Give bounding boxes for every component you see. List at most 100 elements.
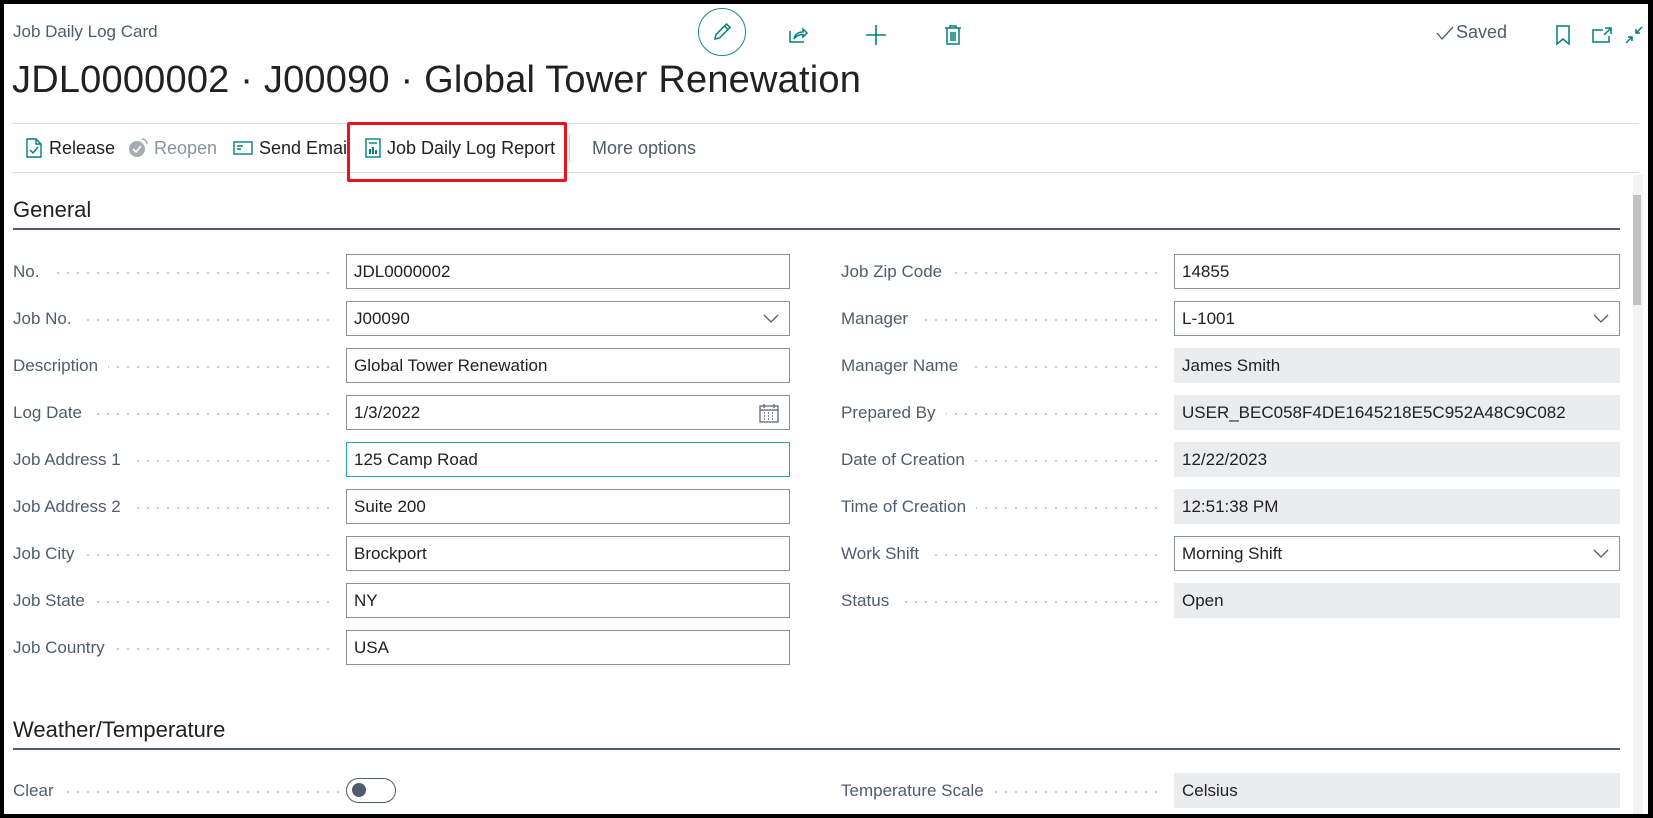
section-title-general: General <box>13 197 92 222</box>
field-value: Celsius <box>1182 780 1238 800</box>
save-status-text: Saved <box>1456 22 1508 42</box>
field-label-no: No. <box>13 255 334 289</box>
reopen-icon <box>129 138 148 157</box>
job-city-field[interactable]: Brockport <box>346 536 790 571</box>
field-value: 14855 <box>1182 261 1230 281</box>
field-label-log-date: Log Date <box>13 396 334 430</box>
field-value: L-1001 <box>1182 308 1235 328</box>
action-bar: Release Reopen Send Email Job Daily Log … <box>12 123 1639 173</box>
new-button[interactable] <box>855 14 897 56</box>
field-label-clear: Clear <box>13 774 343 808</box>
field-value: Brockport <box>354 543 427 563</box>
chevron-down-icon[interactable] <box>1593 314 1609 324</box>
no-field[interactable]: JDL0000002 <box>346 254 790 289</box>
page-title: JDL0000002 · J00090 · Global Tower Renew… <box>12 59 862 101</box>
field-value: Morning Shift <box>1182 543 1283 563</box>
bookmark-icon <box>1556 25 1570 46</box>
date-of-creation-field: 12/22/2023 <box>1174 442 1620 477</box>
edit-button[interactable] <box>698 8 746 56</box>
temperature-scale-field: Celsius <box>1174 773 1620 808</box>
section-title-weather: Weather/Temperature <box>13 717 226 742</box>
field-value: USA <box>354 637 389 657</box>
manager-field[interactable]: L-1001 <box>1174 301 1620 336</box>
job-address-1-field[interactable]: 125 Camp Road <box>346 442 790 477</box>
email-icon <box>233 141 253 155</box>
field-label-job-state: Job State <box>13 584 334 618</box>
field-label-job-address-1: Job Address 1 <box>13 443 334 477</box>
dropdown-button[interactable] <box>763 314 779 324</box>
collapse-button[interactable] <box>1620 14 1648 56</box>
share-button[interactable] <box>777 14 819 56</box>
chevron-down-icon[interactable] <box>1593 549 1609 559</box>
field-value: USER_BEC058F4DE1645218E5C952A48C9C082 <box>1182 402 1566 422</box>
field-label-job-city: Job City <box>13 537 334 571</box>
section-divider <box>13 748 1620 750</box>
status-field: Open <box>1174 583 1620 618</box>
field-label-manager-name: Manager Name <box>841 349 1162 383</box>
job-zip-code-field[interactable]: 14855 <box>1174 254 1620 289</box>
calendar-icon[interactable] <box>759 403 779 423</box>
open-new-window-button[interactable] <box>1581 14 1623 56</box>
clear-toggle[interactable] <box>346 778 396 803</box>
plus-icon <box>866 25 886 45</box>
description-field[interactable]: Global Tower Renewation <box>346 348 790 383</box>
open-in-new-window-icon <box>1592 27 1612 43</box>
toggle-knob <box>352 783 366 797</box>
field-label-job-no: Job No. <box>13 302 334 336</box>
field-value: James Smith <box>1182 355 1281 375</box>
release-label: Release <box>49 137 116 158</box>
trash-icon <box>945 25 961 45</box>
field-label-time-of-creation: Time of Creation <box>841 490 1162 524</box>
send-email-action[interactable]: Send Email <box>233 124 351 172</box>
field-value: 1/3/2022 <box>354 402 421 422</box>
field-label-work-shift: Work Shift <box>841 537 1162 571</box>
send-email-label: Send Email <box>259 137 352 158</box>
field-value: NY <box>354 590 378 610</box>
field-value: J00090 <box>354 308 410 328</box>
leader-dots <box>13 272 334 274</box>
release-document-icon <box>26 138 42 158</box>
checkmark-icon <box>1436 26 1454 40</box>
field-value: 125 Camp Road <box>354 449 478 469</box>
field-label-status: Status <box>841 584 1162 618</box>
field-value: Global Tower Renewation <box>354 355 548 375</box>
chevron-down-icon[interactable] <box>763 314 779 324</box>
field-label-prepared-by: Prepared By <box>841 396 1162 430</box>
field-value: JDL0000002 <box>354 261 451 281</box>
date-picker-button[interactable] <box>759 403 779 423</box>
section-divider <box>13 228 1620 230</box>
field-label-date-of-creation: Date of Creation <box>841 443 1162 477</box>
time-of-creation-field: 12:51:38 PM <box>1174 489 1620 524</box>
bookmark-button[interactable] <box>1542 14 1584 56</box>
reopen-action[interactable]: Reopen <box>128 124 217 172</box>
highlight-box <box>347 122 567 182</box>
action-separator <box>569 134 570 162</box>
collapse-icon <box>1625 26 1643 44</box>
field-value: Open <box>1182 590 1224 610</box>
field-label-manager: Manager <box>841 302 1162 336</box>
prepared-by-field: USER_BEC058F4DE1645218E5C952A48C9C082 <box>1174 395 1620 430</box>
field-value: Suite 200 <box>354 496 426 516</box>
reopen-label: Reopen <box>154 137 218 158</box>
page-caption: Job Daily Log Card <box>13 22 158 41</box>
dropdown-button[interactable] <box>1593 314 1609 324</box>
dropdown-button[interactable] <box>1593 549 1609 559</box>
scrollbar-thumb[interactable] <box>1633 195 1641 305</box>
job-state-field[interactable]: NY <box>346 583 790 618</box>
delete-button[interactable] <box>932 14 974 56</box>
job-no-field[interactable]: J00090 <box>346 301 790 336</box>
job-country-field[interactable]: USA <box>346 630 790 665</box>
field-value: 12:51:38 PM <box>1182 496 1279 516</box>
log-date-field[interactable]: 1/3/2022 <box>346 395 790 430</box>
share-icon <box>789 27 809 43</box>
manager-name-field: James Smith <box>1174 348 1620 383</box>
field-label-job-country: Job Country <box>13 631 334 665</box>
release-action[interactable]: Release <box>25 124 115 172</box>
more-options-action[interactable]: More options <box>592 124 696 172</box>
save-status: Saved <box>1436 22 1507 43</box>
pencil-icon <box>714 22 732 40</box>
more-options-label: More options <box>592 137 697 158</box>
work-shift-field[interactable]: Morning Shift <box>1174 536 1620 571</box>
field-label-temperature-scale: Temperature Scale <box>841 774 1163 808</box>
job-address-2-field[interactable]: Suite 200 <box>346 489 790 524</box>
